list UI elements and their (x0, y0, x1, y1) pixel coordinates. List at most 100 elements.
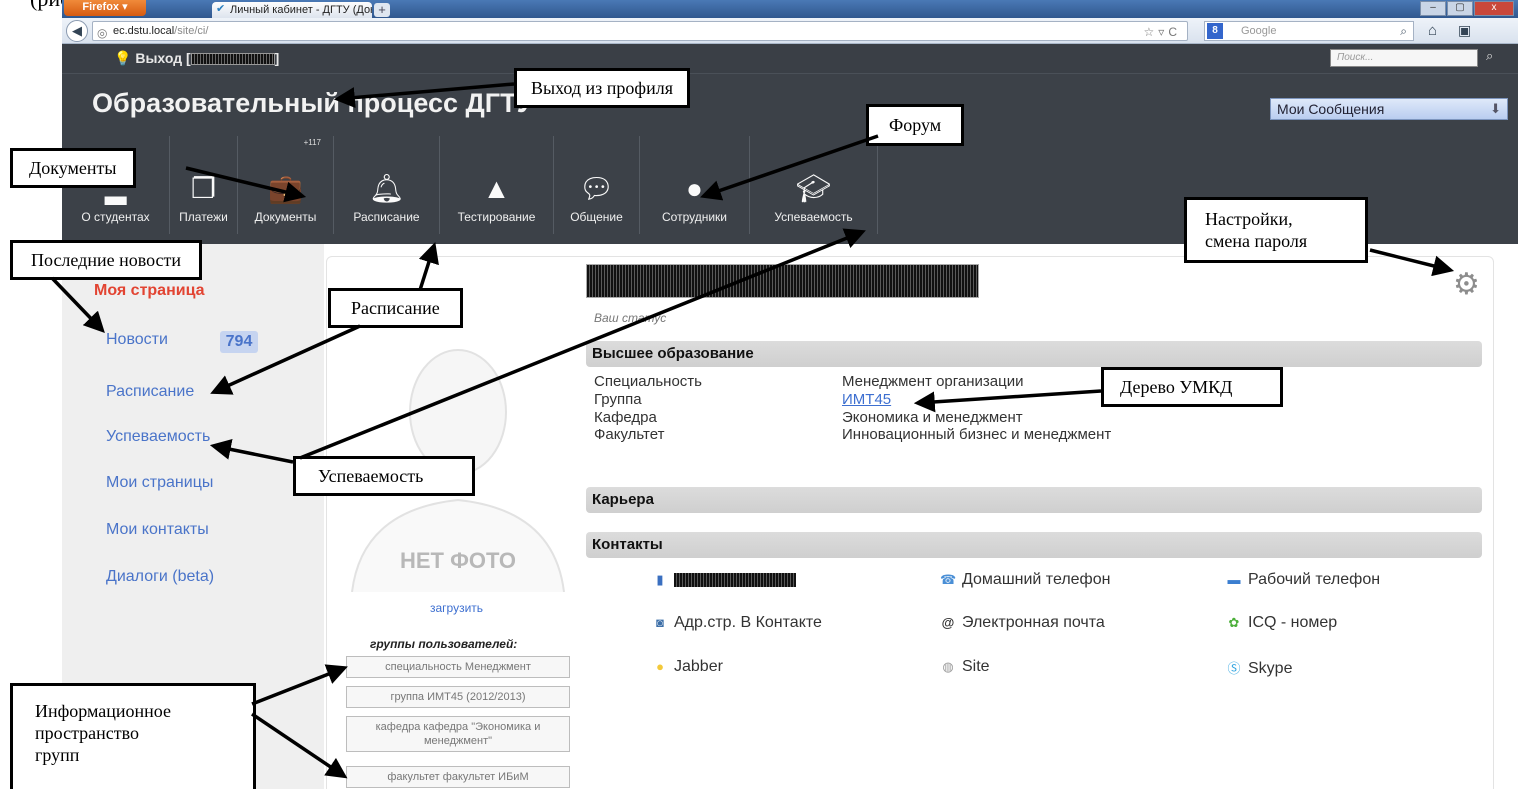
home-icon[interactable]: ⌂ (1428, 22, 1437, 39)
annotation-groups: Информационное пространство групп (10, 683, 256, 789)
url-bar[interactable]: ◎ ec.dstu.local/site/ci/ ☆▿C (92, 21, 1188, 41)
masked-phone (674, 572, 796, 587)
row-group-key: Группа (594, 391, 642, 408)
logout-link[interactable]: 💡 Выход [] (114, 50, 279, 67)
chevron-down-icon: ⬇ (1490, 101, 1501, 116)
masked-username (190, 53, 275, 66)
search-icon[interactable]: ⌕ (1486, 48, 1493, 64)
nav-dialogs[interactable]: Диалоги (beta) (106, 568, 214, 586)
tab-title: Личный кабинет - ДГТУ (Донской госу... (230, 4, 372, 16)
section-education: Высшее образование (586, 341, 1482, 367)
module-payments[interactable]: ❐ Платежи (170, 136, 238, 234)
upload-photo-link[interactable]: загрузить (430, 601, 483, 615)
pyramid-icon: ▲ (482, 173, 511, 204)
annotation-schedule: Расписание (328, 288, 463, 328)
section-contacts: Контакты (586, 532, 1482, 558)
documents-icon: 💼 (268, 173, 303, 204)
search-engine-name: Google (1241, 25, 1277, 37)
maximize-button[interactable]: ▢ (1447, 1, 1473, 16)
nav-news[interactable]: Новости (106, 331, 168, 349)
row-faculty-key: Факультет (594, 426, 665, 443)
annotation-logout: Выход из профиля (514, 68, 690, 108)
jabber-icon: ● (656, 659, 664, 674)
module-toolbar: ▂ О студентах ❐ Платежи +117 💼 Документы… (62, 136, 980, 234)
site-brand: Образовательный процесс ДГТУ (92, 88, 534, 118)
contact-site: ◍ Site (940, 658, 989, 676)
browser-search-input[interactable]: 8 Google ⌕ (1204, 21, 1414, 41)
group-faculty-button[interactable]: факультет факультет ИБиМ (346, 766, 570, 788)
site-search-input[interactable]: Поиск... (1330, 49, 1478, 67)
row-faculty-value: Инновационный бизнес и менеджмент (842, 426, 1112, 443)
work-phone-icon: ▬ (1227, 572, 1241, 587)
new-tab-button[interactable]: + (374, 3, 390, 17)
browser-tab[interactable]: ✔ Личный кабинет - ДГТУ (Донской госу... (212, 2, 372, 18)
graduation-cap-icon: 🎓︎ (795, 173, 832, 204)
group-specialty-button[interactable]: специальность Менеджмент (346, 656, 570, 678)
row-specialty-key: Специальность (594, 373, 702, 390)
settings-gear-icon[interactable]: ⚙ (1453, 267, 1480, 302)
messages-select[interactable]: Мои Сообщения ⬇ (1270, 98, 1508, 120)
contact-home-phone: ☎ Домашний телефон (940, 571, 1111, 588)
no-photo-text: НЕТ ФОТО (400, 548, 516, 573)
minimize-button[interactable]: – (1420, 1, 1446, 16)
bell-icon: 🔔︎ (368, 173, 405, 204)
profile-name-masked (586, 264, 979, 298)
nav-my-contacts[interactable]: Мои контакты (106, 521, 209, 539)
email-icon: @ (941, 615, 955, 630)
browser-titlebar: Firefox ▾ ✔ Личный кабинет - ДГТУ (Донск… (62, 0, 1518, 18)
section-career[interactable]: Карьера (586, 487, 1482, 513)
documents-badge: +117 (303, 138, 321, 147)
module-testing[interactable]: ▲ Тестирование (440, 136, 554, 234)
row-department-value: Экономика и менеджмент (842, 409, 1023, 426)
annotation-documents: Документы (10, 148, 136, 188)
contact-mobile: ▮ (652, 571, 796, 589)
annotation-news: Последние новости (10, 240, 203, 280)
icq-icon: ✿ (1228, 615, 1240, 630)
chat-icon: 💬︎ (578, 173, 615, 204)
user-bar: 💡 Выход [] Поиск... ⌕ (62, 44, 1518, 74)
globe-icon: ◍ (942, 659, 954, 674)
group-group-button[interactable]: группа ИМТ45 (2012/2013) (346, 686, 570, 708)
module-staff[interactable]: ● Сотрудники (640, 136, 750, 234)
person-head-icon: ● (686, 173, 703, 204)
my-page-link[interactable]: Моя страница (94, 282, 205, 300)
module-grades[interactable]: 🎓︎ Успеваемость (750, 136, 878, 234)
globe-icon: ◎ (97, 26, 108, 40)
browser-navbar: ◀ ◎ ec.dstu.local/site/ci/ ☆▿C 8 Google … (62, 18, 1518, 44)
annotation-settings: Настройки, смена пароля (1184, 197, 1368, 263)
group-department-button[interactable]: кафедра кафедра "Экономика и менеджмент" (346, 716, 570, 752)
contact-skype: Ⓢ Skype (1227, 660, 1293, 677)
url-path: /site/ci/ (174, 25, 209, 37)
google-logo-icon: 8 (1207, 23, 1223, 39)
contact-jabber: ● Jabber (652, 658, 723, 676)
row-specialty-value: Менеджмент организации (842, 373, 1024, 390)
nav-my-pages[interactable]: Мои страницы (106, 474, 213, 492)
home-phone-icon: ☎ (940, 572, 957, 587)
mobile-phone-icon: ▮ (656, 572, 664, 587)
search-icon[interactable]: ⌕ (1400, 22, 1407, 40)
annotation-umkd: Дерево УМКД (1101, 367, 1283, 407)
back-button[interactable]: ◀ (66, 20, 88, 42)
menu-icon[interactable]: ▣ (1458, 22, 1471, 39)
row-department-key: Кафедра (594, 409, 657, 426)
bookmark-star-icon[interactable]: ☆▿C (1144, 23, 1181, 41)
module-communication[interactable]: 💬︎ Общение (554, 136, 640, 234)
payments-icon: ❐ (190, 173, 217, 204)
status-label[interactable]: Ваш статус (594, 311, 666, 325)
module-documents[interactable]: +117 💼 Документы (238, 136, 334, 234)
close-window-button[interactable]: x (1474, 1, 1514, 16)
firefox-menu-button[interactable]: Firefox ▾ (64, 0, 146, 16)
group-link[interactable]: ИМТ45 (842, 391, 891, 408)
contact-vk: ◙ Адр.стр. В Контакте (652, 614, 822, 632)
groups-title: группы пользователей: (370, 637, 518, 651)
nav-schedule[interactable]: Расписание (106, 383, 194, 401)
nav-grades[interactable]: Успеваемость (106, 428, 210, 446)
news-count-badge: 794 (220, 331, 258, 353)
lightbulb-icon: 💡 (114, 50, 132, 66)
annotation-forum: Форум (866, 104, 965, 146)
window-controls: – ▢ x (1420, 1, 1514, 16)
module-schedule[interactable]: 🔔︎ Расписание (334, 136, 440, 234)
contact-email: @ Электронная почта (941, 614, 1105, 631)
url-host: ec.dstu.local (113, 25, 175, 37)
vk-icon: ◙ (656, 615, 664, 630)
